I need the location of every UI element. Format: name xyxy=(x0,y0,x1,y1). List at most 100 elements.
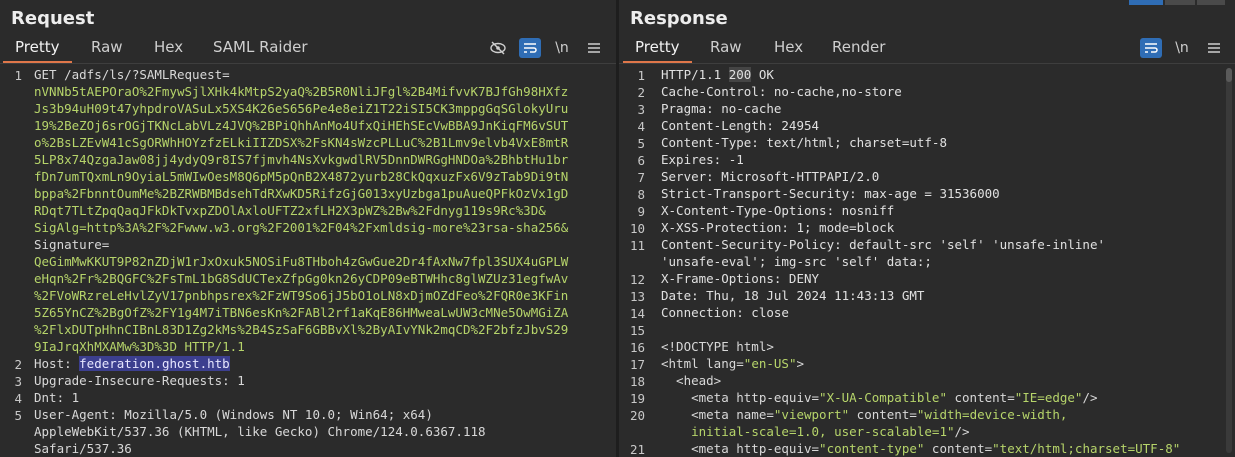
response-line: initial-scale=1.0, user-scalable=1"/> xyxy=(691,424,970,439)
request-line: RDqt7TLtZpqQaqJFkDkTvxpZDOlAxloUFTZ2xfLH… xyxy=(34,203,546,218)
line-number: 21 xyxy=(629,442,645,457)
hamburger-icon[interactable] xyxy=(1203,38,1225,58)
line-number: 19 xyxy=(629,391,645,406)
response-line: X-XSS-Protection: 1; mode=block xyxy=(661,220,895,235)
response-line: Expires: -1 xyxy=(661,152,744,167)
line-number: 5 xyxy=(14,408,22,423)
request-line: GET /adfs/ls/?SAMLRequest= xyxy=(34,67,230,82)
line-number: 12 xyxy=(629,272,645,287)
layout-button-2[interactable] xyxy=(1165,0,1195,5)
line-number: 11 xyxy=(629,238,645,253)
request-line: bppa%2FbnntOumMe%2BZRWBMBdsehTdRXwKD5Rif… xyxy=(34,186,569,201)
request-line: Dnt: 1 xyxy=(34,390,80,405)
response-pane: Response Pretty Raw Hex Render \n 1 2 3 … xyxy=(619,0,1235,457)
response-line: <!DOCTYPE html> xyxy=(661,339,774,354)
response-line: Date: Thu, 18 Jul 2024 11:43:13 GMT xyxy=(661,288,925,303)
newline-toggle[interactable]: \n xyxy=(1171,38,1193,58)
response-line: 'unsafe-eval'; img-src 'self' data:; xyxy=(661,254,932,269)
line-number: 8 xyxy=(637,187,645,202)
request-title: Request xyxy=(11,8,95,29)
response-line: Content-Type: text/html; charset=utf-8 xyxy=(661,135,947,150)
response-line: <head> xyxy=(661,373,722,388)
response-title: Response xyxy=(630,8,728,29)
line-number: 4 xyxy=(637,119,645,134)
request-line: %2FVoWRzreLeHvlZyV17pnbhpsrex%2FzWT9So6j… xyxy=(34,288,569,303)
line-number: 14 xyxy=(629,306,645,321)
request-line: Host: federation.ghost.htb xyxy=(34,356,230,371)
request-tabs-divider xyxy=(0,63,616,64)
response-gutter: 1 2 3 4 5 6 7 8 9 10 11 12 13 14 15 16 1… xyxy=(619,66,649,457)
request-tab-saml-raider[interactable]: SAML Raider xyxy=(213,38,308,60)
line-number: 3 xyxy=(637,102,645,117)
request-line: 9IaJrqXhMXAMw%3D%3D HTTP/1.1 xyxy=(34,339,245,354)
status-code[interactable]: 200 xyxy=(728,67,752,82)
layout-button-1[interactable] xyxy=(1129,0,1163,5)
response-line: <meta name="viewport" content="width=dev… xyxy=(661,407,1068,422)
request-line: nVNNb5tAEPOraO%2FmywSjlXHk4kMtpS2yaQ%2B5… xyxy=(34,84,569,99)
response-line: X-Frame-Options: DENY xyxy=(661,271,820,286)
hamburger-icon[interactable] xyxy=(583,38,605,58)
line-number: 20 xyxy=(629,408,645,423)
line-number: 5 xyxy=(637,136,645,151)
newline-toggle[interactable]: \n xyxy=(551,38,573,58)
response-scrollbar-thumb[interactable] xyxy=(1226,68,1232,82)
layout-button-3[interactable] xyxy=(1197,0,1225,5)
line-number: 9 xyxy=(637,204,645,219)
response-line: Content-Length: 24954 xyxy=(661,118,820,133)
request-line: eHqn%2Fr%2BQGFC%2FsTmL1bG8SdUCTexZfpGg0k… xyxy=(34,271,569,286)
request-line: SigAlg=http%3A%2F%2Fwww.w3.org%2F2001%2F… xyxy=(34,220,569,235)
request-line: AppleWebKit/537.36 (KHTML, like Gecko) C… xyxy=(34,424,486,439)
line-number: 17 xyxy=(629,357,645,372)
response-line: Content-Security-Policy: default-src 'se… xyxy=(661,237,1106,252)
line-number: 1 xyxy=(637,68,645,83)
request-line: Safari/537.36 xyxy=(34,441,132,456)
request-editor[interactable]: 1 2 3 4 5 GET /adfs/ls/?SAMLRequest= nVN… xyxy=(0,66,616,457)
highlighted-host[interactable]: federation.ghost.htb xyxy=(79,356,230,371)
request-line: Signature= xyxy=(34,237,110,252)
request-line: QeGimMwKKUT9P82nZDjW1rJxOxuk5NOSiFu8THbo… xyxy=(34,254,569,269)
line-number: 6 xyxy=(637,153,645,168)
request-pane: Request Pretty Raw Hex SAML Raider \n 1 … xyxy=(0,0,616,457)
request-gutter: 1 2 3 4 5 xyxy=(0,66,30,457)
response-tab-render[interactable]: Render xyxy=(832,38,885,60)
line-number: 16 xyxy=(629,340,645,355)
response-tab-hex[interactable]: Hex xyxy=(774,38,803,60)
response-scroll-track[interactable] xyxy=(1226,68,1232,453)
line-number: 10 xyxy=(629,221,645,236)
request-line: Upgrade-Insecure-Requests: 1 xyxy=(34,373,245,388)
line-number: 2 xyxy=(637,85,645,100)
wrap-icon[interactable] xyxy=(519,38,541,58)
response-line: X-Content-Type-Options: nosniff xyxy=(661,203,895,218)
request-line: 5Z65YnCZ%2BgOfZ%2FY1g4M7iTBN6esKn%2FABl2… xyxy=(34,305,569,320)
request-tab-pretty[interactable]: Pretty xyxy=(3,38,71,64)
eye-slash-icon[interactable] xyxy=(487,38,509,58)
response-line: <meta http-equiv="content-type" content=… xyxy=(661,441,1181,456)
response-editor[interactable]: 1 2 3 4 5 6 7 8 9 10 11 12 13 14 15 16 1… xyxy=(619,66,1235,457)
request-line: Js3b94uH09t47yhpdroVASuLx5XS4K26eS656Pe4… xyxy=(34,101,569,116)
request-line: fDn7umTQxmLn9OyiaL5mWIwOesM8Q6pM5pQnB2X4… xyxy=(34,169,569,184)
request-line: %2FlxDUTpHhnCIBnL83D1Zg2kMs%2B4SzSaF6GBB… xyxy=(34,322,569,337)
request-tab-raw[interactable]: Raw xyxy=(91,38,123,60)
line-number: 4 xyxy=(14,391,22,406)
request-line: User-Agent: Mozilla/5.0 (Windows NT 10.0… xyxy=(34,407,433,422)
response-tab-pretty[interactable]: Pretty xyxy=(623,38,691,64)
response-line: Connection: close xyxy=(661,305,789,320)
response-line: Pragma: no-cache xyxy=(661,101,782,116)
response-line: Cache-Control: no-cache,no-store xyxy=(661,84,902,99)
response-line: <html lang="en-US"> xyxy=(661,356,805,371)
line-number: 7 xyxy=(637,170,645,185)
response-line: HTTP/1.1 200 OK xyxy=(661,67,774,82)
request-line: 5LP8x74QzgaJaw08jj4ydyQ9r8IS7fjmvh4NsXvk… xyxy=(34,152,569,167)
response-tab-raw[interactable]: Raw xyxy=(710,38,742,60)
line-number: 15 xyxy=(629,323,645,338)
line-number: 2 xyxy=(14,357,22,372)
request-tab-hex[interactable]: Hex xyxy=(154,38,183,60)
response-line: <meta http-equiv="X-UA-Compatible" conte… xyxy=(661,390,1098,405)
line-number: 13 xyxy=(629,289,645,304)
request-line: 19%2BeZOj6srOGjTKNcLabVLz4JVQ%2BPiQhhAnM… xyxy=(34,118,569,133)
line-number: 3 xyxy=(14,374,22,389)
response-tabs-divider xyxy=(619,63,1235,64)
response-line: Server: Microsoft-HTTPAPI/2.0 xyxy=(661,169,880,184)
wrap-icon[interactable] xyxy=(1140,38,1162,58)
request-line: o%2BsLZEvW41cSgORWhHOYzfzELkiIIZDSX%2FsK… xyxy=(34,135,569,150)
